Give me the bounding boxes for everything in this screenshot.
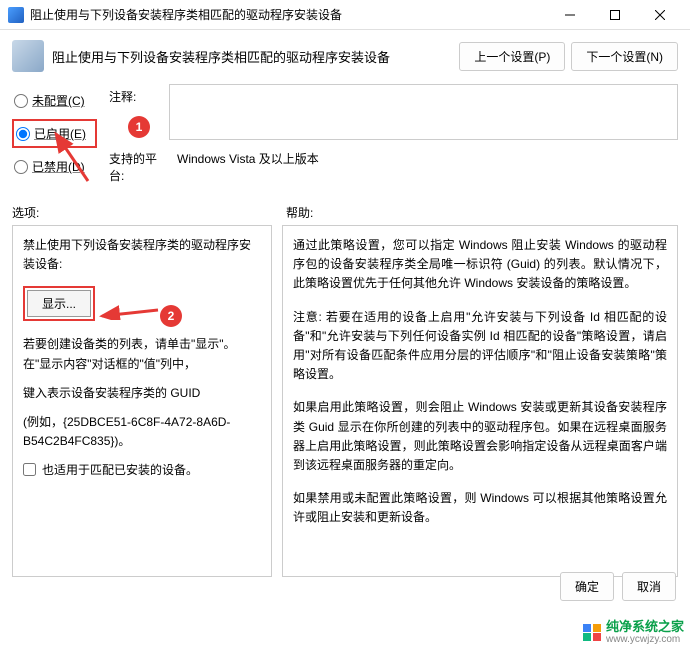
help-paragraph-4: 如果禁用或未配置此策略设置，则 Windows 可以根据其他策略设置允许或阻止安… [293,489,667,527]
help-label: 帮助: [272,204,678,221]
watermark-url: www.ycwjzy.com [606,634,684,645]
help-paragraph-3: 如果启用此策略设置，则会阻止 Windows 安装或更新其设备安装程序类 Gui… [293,398,667,475]
options-instruction-1: 若要创建设备类的列表，请单击"显示"。在"显示内容"对话框的"值"列中， [23,335,261,373]
previous-setting-button[interactable]: 上一个设置(P) [459,42,565,71]
policy-title: 阻止使用与下列设备安装程序类相匹配的驱动程序安装设备 [52,47,451,66]
help-panel: 通过此策略设置，您可以指定 Windows 阻止安装 Windows 的驱动程序… [282,225,678,577]
platform-label: 支持的平台: [109,146,169,184]
info-column: 注释: 支持的平台: Windows Vista 及以上版本 [109,84,678,190]
footer-buttons: 确定 取消 [560,572,676,601]
annotation-arrow-1 [48,126,118,196]
help-paragraph-2: 注意: 若要在适用的设备上启用"允许安装与下列设备 Id 相匹配的设备"和"允许… [293,308,667,385]
policy-icon [12,40,44,72]
apply-installed-checkbox-row[interactable]: 也适用于匹配已安装的设备。 [23,461,261,480]
window-icon [8,7,24,23]
platform-value: Windows Vista 及以上版本 [169,146,327,184]
apply-installed-label: 也适用于匹配已安装的设备。 [42,461,198,480]
options-example: (例如，{25DBCE51-6C8F-4A72-8A6D-B54C2B4FC83… [23,413,261,451]
comment-textarea[interactable] [169,84,678,140]
show-button[interactable]: 显示... [27,290,91,317]
header: 阻止使用与下列设备安装程序类相匹配的驱动程序安装设备 上一个设置(P) 下一个设… [0,30,690,80]
minimize-button[interactable] [547,0,592,30]
window-title: 阻止使用与下列设备安装程序类相匹配的驱动程序安装设备 [30,6,547,23]
close-button[interactable] [637,0,682,30]
cancel-button[interactable]: 取消 [622,572,676,601]
radio-not-configured[interactable]: 未配置(C) [12,88,97,113]
watermark-cn: 纯净系统之家 [606,620,684,634]
watermark-logo [582,623,602,642]
annotation-arrow-2 [96,260,166,320]
next-setting-button[interactable]: 下一个设置(N) [571,42,678,71]
help-paragraph-1: 通过此策略设置，您可以指定 Windows 阻止安装 Windows 的驱动程序… [293,236,667,294]
show-button-highlight: 显示... [23,286,95,321]
ok-button[interactable]: 确定 [560,572,614,601]
window-controls [547,0,682,30]
comment-label: 注释: [109,84,169,140]
options-instruction-2: 键入表示设备安装程序类的 GUID [23,384,261,403]
radio-not-configured-input[interactable] [14,94,28,108]
section-labels: 选项: 帮助: [0,198,690,225]
options-label: 选项: [12,204,272,221]
apply-installed-checkbox[interactable] [23,463,36,476]
radio-disabled-input[interactable] [14,160,28,174]
titlebar: 阻止使用与下列设备安装程序类相匹配的驱动程序安装设备 [0,0,690,30]
radio-enabled-input[interactable] [16,127,30,141]
radio-not-configured-label: 未配置(C) [32,92,85,109]
watermark: 纯净系统之家 www.ycwjzy.com [582,620,684,645]
maximize-button[interactable] [592,0,637,30]
